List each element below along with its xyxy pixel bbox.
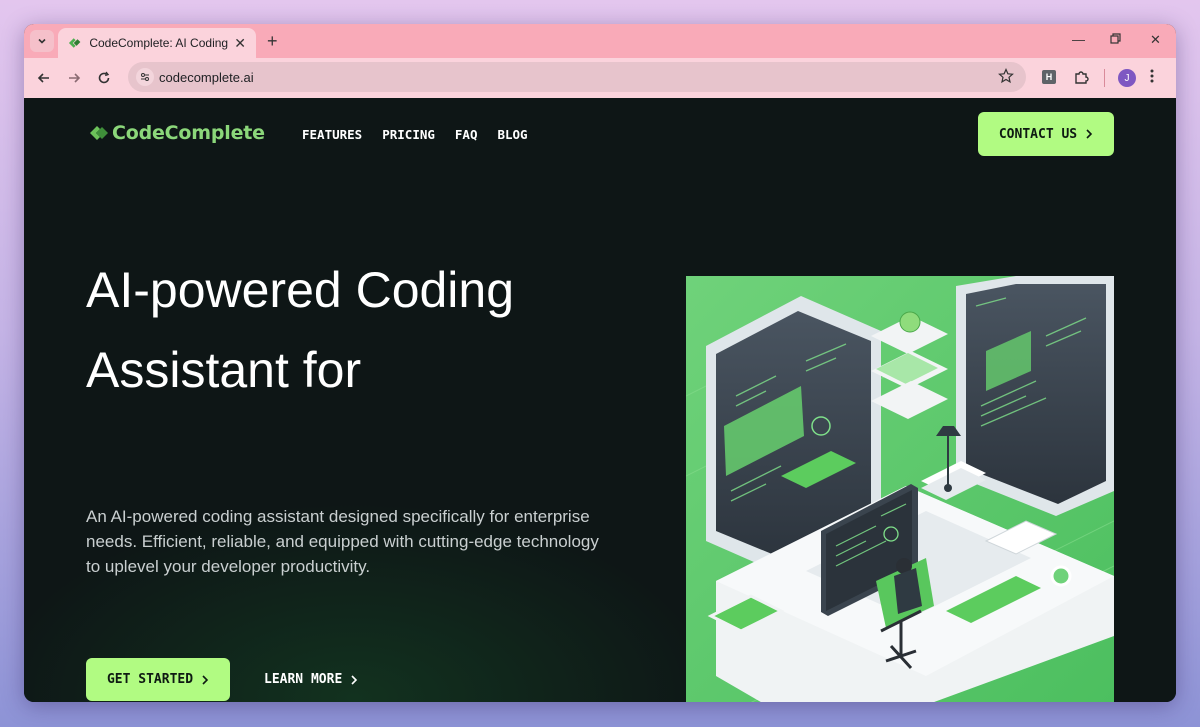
extension-h-icon[interactable]: H — [1042, 70, 1056, 84]
hero-description: An AI-powered coding assistant designed … — [86, 507, 599, 576]
hero-illustration — [686, 276, 1114, 702]
tab-search-button[interactable] — [30, 30, 54, 52]
web-page: CodeComplete FEATURES PRICING FAQ BLOG C… — [24, 98, 1176, 702]
url-text[interactable]: codecomplete.ai — [159, 70, 254, 85]
logo-icon — [90, 126, 108, 140]
forward-icon[interactable] — [64, 68, 84, 88]
tab-active[interactable]: CodeComplete: AI Coding Assis ✕ — [58, 28, 256, 58]
nav-blog[interactable]: BLOG — [497, 127, 527, 142]
hero-title-line2: Assistant for — [86, 342, 362, 398]
address-bar[interactable]: codecomplete.ai — [128, 62, 1026, 92]
browser-toolbar: codecomplete.ai H J — [24, 58, 1176, 98]
contact-us-button[interactable]: CONTACT US — [978, 112, 1114, 156]
get-started-label: GET STARTED — [106, 672, 194, 687]
window-close-icon[interactable]: ✕ — [1150, 32, 1161, 48]
hero-title: AI-powered Coding Assistant for — [86, 250, 646, 410]
learn-more-label: LEARN MORE — [264, 672, 343, 687]
back-icon[interactable] — [34, 68, 54, 88]
close-icon[interactable]: ✕ — [234, 35, 246, 52]
site-info-icon[interactable] — [136, 68, 154, 86]
restore-icon[interactable] — [1110, 32, 1121, 47]
nav-features[interactable]: FEATURES — [302, 127, 362, 142]
toolbar-divider — [1104, 69, 1105, 87]
contact-us-label: CONTACT US — [998, 126, 1078, 142]
learn-more-link[interactable]: LEARN MORE — [264, 672, 358, 687]
main-nav: FEATURES PRICING FAQ BLOG — [302, 127, 528, 142]
get-started-button[interactable]: GET STARTED — [86, 658, 230, 701]
nav-pricing[interactable]: PRICING — [382, 127, 435, 142]
tab-strip: CodeComplete: AI Coding Assis ✕ + — ✕ — [24, 24, 1176, 58]
minimize-icon[interactable]: — — [1072, 32, 1085, 47]
avatar[interactable]: J — [1118, 69, 1136, 87]
chevron-right-icon — [202, 674, 209, 685]
puzzle-icon[interactable] — [1073, 68, 1091, 91]
favicon-icon — [68, 38, 81, 48]
new-tab-button[interactable]: + — [267, 31, 278, 52]
more-menu-icon[interactable] — [1150, 68, 1154, 89]
site-logo[interactable]: CodeComplete — [88, 122, 265, 144]
chevron-right-icon — [1086, 129, 1093, 139]
chevron-down-icon — [38, 38, 46, 44]
chevron-right-icon — [351, 674, 358, 685]
reload-icon[interactable] — [94, 68, 114, 88]
tab-title: CodeComplete: AI Coding Assis — [89, 36, 229, 50]
star-icon[interactable] — [998, 68, 1014, 89]
browser-window: CodeComplete: AI Coding Assis ✕ + — ✕ co… — [24, 24, 1176, 702]
logo-text: CodeComplete — [112, 122, 265, 144]
hero-title-line1: AI-powered Coding — [86, 262, 515, 318]
nav-faq[interactable]: FAQ — [455, 127, 478, 142]
